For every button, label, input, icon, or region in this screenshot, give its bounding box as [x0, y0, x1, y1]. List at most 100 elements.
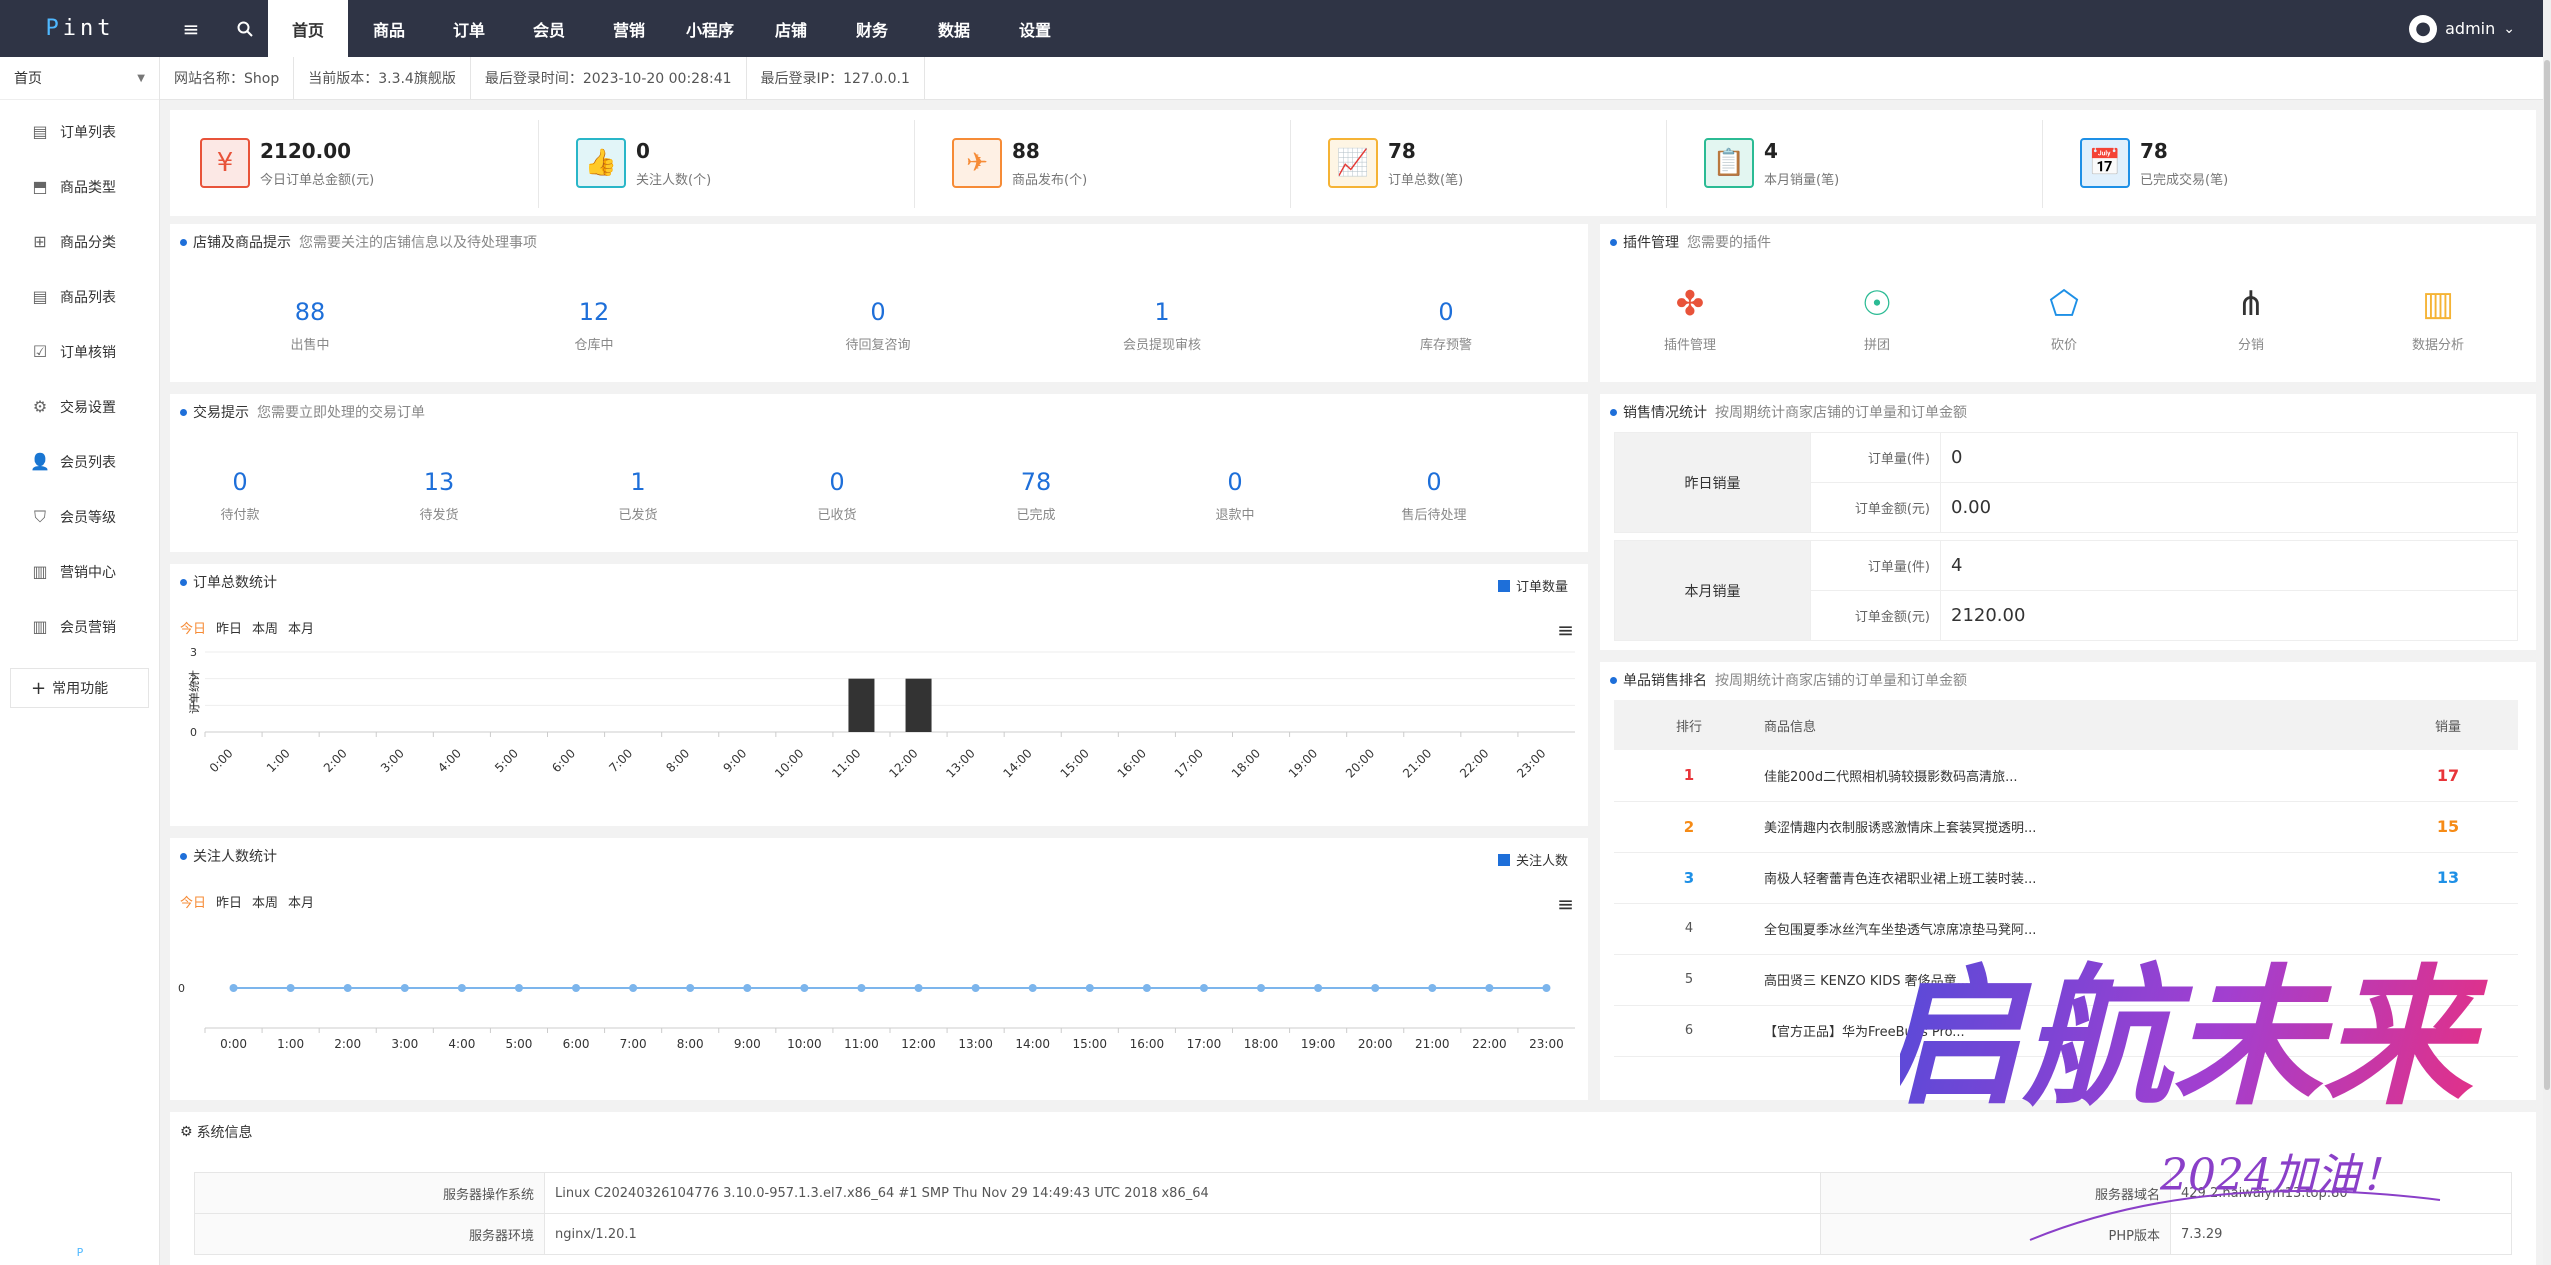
table-row[interactable]: 1 佳能200d二代照相机骑较摄影数码高清旅... 17 — [1614, 750, 2518, 802]
nav-finance[interactable]: 财务 — [832, 0, 912, 57]
hamburger-menu-icon[interactable]: ≡ — [1557, 892, 1574, 916]
nav-goods[interactable]: 商品 — [350, 0, 428, 57]
sidebar-item-label: 会员等级 — [60, 509, 116, 526]
counter-label: 待回复咨询 — [845, 338, 911, 353]
x-tick-label: 14:00 — [1000, 746, 1034, 780]
scrollbar[interactable] — [2543, 0, 2551, 1265]
data-point — [286, 984, 295, 992]
counter-item[interactable]: 12 仓库中 — [494, 298, 694, 353]
counter-item[interactable]: 78 已完成 — [936, 468, 1136, 523]
counter-value: 0 — [1426, 468, 1442, 496]
x-tick-label: 2:00 — [334, 1037, 361, 1051]
stat-card: 📅 78 已完成交易(笔) — [2080, 110, 2228, 216]
search-icon[interactable] — [220, 0, 270, 57]
data-point — [1428, 984, 1437, 992]
common-functions-button[interactable]: + 常用功能 — [10, 668, 149, 708]
sidebar-item-goods-list[interactable]: ▤ 商品列表 — [0, 269, 159, 324]
sidebar-item-member-marketing[interactable]: ▥ 会员营销 — [0, 599, 159, 654]
data-point — [914, 984, 923, 992]
data-point — [1371, 984, 1380, 992]
sidebar-item-order-verify[interactable]: ☑ 订单核销 — [0, 324, 159, 379]
sidebar-item-trade-settings[interactable]: ⚙ 交易设置 — [0, 379, 159, 434]
nav-orders[interactable]: 订单 — [430, 0, 508, 57]
chart-legend[interactable]: 关注人数 — [1497, 850, 1568, 869]
nav-settings[interactable]: 设置 — [996, 0, 1074, 57]
menu-toggle-icon[interactable]: ≡ — [166, 0, 216, 57]
plugin-3[interactable]: ⋔ 分销 — [2191, 284, 2311, 353]
legend-label: 关注人数 — [1515, 854, 1568, 869]
scrollbar-thumb[interactable] — [2544, 60, 2550, 1090]
nav-home[interactable]: 首页 — [268, 0, 348, 57]
counter-value: 13 — [423, 468, 455, 496]
counter-label: 库存预警 — [1419, 338, 1472, 353]
counter-item[interactable]: 0 库存预警 — [1346, 298, 1546, 353]
sidebar-item-goods-category[interactable]: ⊞ 商品分类 — [0, 214, 159, 269]
sales-count: 15 — [2378, 801, 2518, 853]
data-point — [1085, 984, 1094, 992]
panel-subtitle: 按周期统计商家店铺的订单量和订单金额 — [1715, 673, 1967, 689]
stat-number: 2120.00 — [260, 138, 352, 163]
sidebar-item-marketing-center[interactable]: ▥ 营销中心 — [0, 544, 159, 599]
hamburger-menu-icon[interactable]: ≡ — [1557, 618, 1574, 642]
tab-month[interactable]: 本月 — [288, 618, 314, 637]
tab-week[interactable]: 本周 — [252, 618, 278, 637]
tab-month[interactable]: 本月 — [288, 892, 314, 911]
plugin-4[interactable]: ▥ 数据分析 — [2378, 284, 2498, 353]
tab-week[interactable]: 本周 — [252, 892, 278, 911]
nav-data[interactable]: 数据 — [914, 0, 994, 57]
sidebar-item-order-list[interactable]: ▤ 订单列表 — [0, 104, 159, 159]
sidebar-header[interactable]: 首页 ▼ — [0, 57, 159, 100]
counter-item[interactable]: 88 出售中 — [210, 298, 410, 353]
tab-yesterday[interactable]: 昨日 — [216, 618, 242, 637]
stat-label: 今日订单总金额(元) — [260, 172, 375, 188]
tab-today[interactable]: 今日 — [180, 892, 206, 911]
data-point — [857, 984, 866, 992]
x-tick-label: 10:00 — [772, 746, 806, 780]
counter-item[interactable]: 0 售后待处理 — [1334, 468, 1534, 523]
tab-yesterday[interactable]: 昨日 — [216, 892, 242, 911]
nav-miniprogram[interactable]: 小程序 — [670, 0, 750, 57]
tab-today[interactable]: 今日 — [180, 618, 206, 637]
nav-marketing[interactable]: 营销 — [590, 0, 668, 57]
nav-store[interactable]: 店铺 — [752, 0, 830, 57]
counter-value: 1 — [630, 468, 646, 496]
panel-subtitle: 按周期统计商家店铺的订单量和订单金额 — [1715, 405, 1967, 421]
plugin-2[interactable]: ⬠ 砍价 — [2004, 284, 2124, 353]
counter-item[interactable]: 0 已收货 — [737, 468, 937, 523]
counter-label: 已发货 — [618, 508, 658, 523]
watermark-logo: 启航未来 2024加油！ — [1900, 949, 2508, 1241]
x-tick-label: 22:00 — [1457, 746, 1491, 780]
chart-legend[interactable]: 订单数量 — [1497, 576, 1568, 595]
sidebar-item-member-list[interactable]: 👤 会员列表 — [0, 434, 159, 489]
avatar-icon: ● — [2409, 14, 2438, 43]
table-row[interactable]: 2 美涩情趣内衣制服诱惑激情床上套装冥搅透明... 15 — [1614, 801, 2518, 853]
counter-item[interactable]: 0 待付款 — [140, 468, 340, 523]
user-menu[interactable]: ● admin ⌄ — [2409, 0, 2515, 57]
sales-count: 17 — [2378, 750, 2518, 802]
table-row[interactable]: 3 南极人轻奢蕾青色连衣裙职业裙上班工装时装... 13 — [1614, 852, 2518, 904]
logo[interactable]: Pint — [0, 0, 160, 57]
data-point — [457, 984, 466, 992]
panel-subtitle: 您需要关注的店铺信息以及待处理事项 — [299, 235, 537, 251]
nav-members[interactable]: 会员 — [510, 0, 588, 57]
x-tick-label: 16:00 — [1115, 746, 1149, 780]
x-tick-label: 12:00 — [886, 746, 920, 780]
counter-item[interactable]: 1 会员提现审核 — [1062, 298, 1262, 353]
counter-value: 1 — [1154, 298, 1170, 326]
bar-chart-icon: ▥ — [32, 562, 48, 581]
stat-icon: ¥ — [200, 138, 250, 188]
main-nav: 首页 商品 订单 会员 营销 小程序 店铺 财务 数据 设置 — [268, 0, 1076, 57]
sidebar-item-label: 会员列表 — [60, 454, 116, 471]
counter-item[interactable]: 1 已发货 — [538, 468, 738, 523]
sidebar-item-goods-type[interactable]: ⬒ 商品类型 — [0, 159, 159, 214]
counter-label: 退款中 — [1215, 508, 1255, 523]
list-icon: ▤ — [32, 287, 48, 306]
plugin-0[interactable]: ✤ 插件管理 — [1630, 284, 1750, 353]
plugin-1[interactable]: ☉ 拼团 — [1817, 284, 1937, 353]
counter-item[interactable]: 13 待发货 — [339, 468, 539, 523]
sidebar-item-member-level[interactable]: ⛉ 会员等级 — [0, 489, 159, 544]
shield-icon: ⛉ — [33, 506, 46, 526]
gear-icon: ⚙ — [32, 397, 48, 416]
counter-item[interactable]: 0 待回复咨询 — [778, 298, 978, 353]
counter-item[interactable]: 0 退款中 — [1135, 468, 1335, 523]
